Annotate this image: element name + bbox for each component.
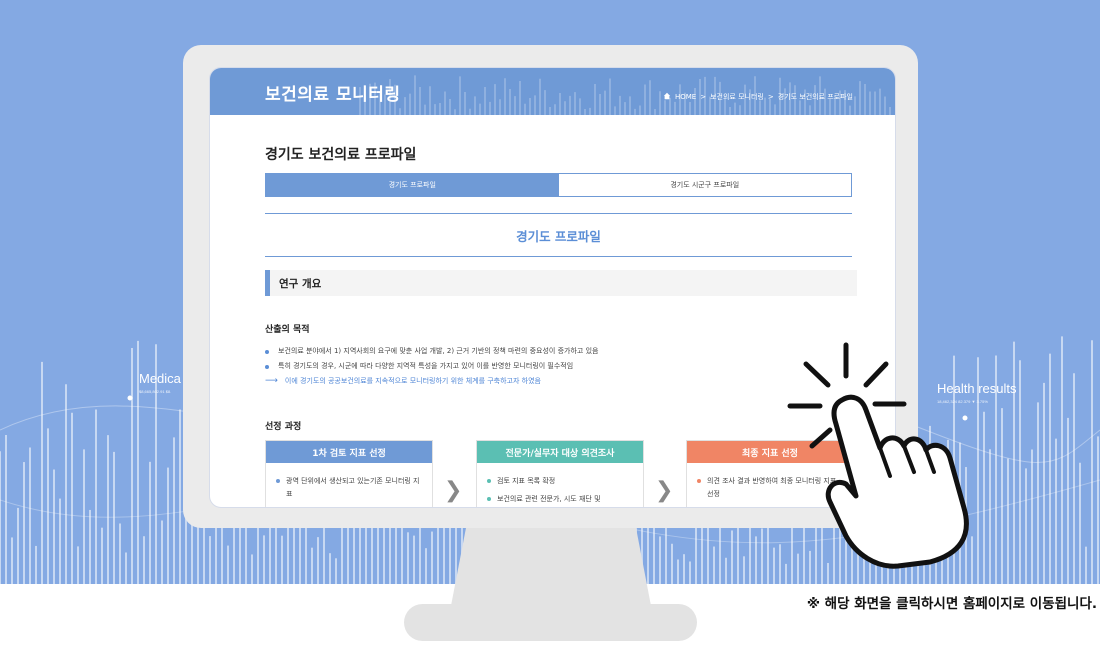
- list-item: 검토 지표 목록 확정: [487, 475, 633, 488]
- tab-gyeonggi-profile[interactable]: 경기도 프로파일: [266, 174, 559, 196]
- breadcrumb-separator: >: [700, 93, 707, 101]
- monitor-stand-base: [404, 604, 697, 641]
- breadcrumb-home[interactable]: HOME: [675, 93, 696, 101]
- list-item: 보건의료 분야에서 1) 지역사회의 요구에 맞춘 사업 개발, 2) 근거 기…: [265, 344, 598, 359]
- conclusion-item: ⟶ 이에 경기도의 공공보건의료를 지속적으로 모니터링하기 위한 체계를 구축하…: [265, 374, 598, 389]
- process-card-1: 1차 검토 지표 선정 광역 단위에서 생산되고 있는기존 모니터링 지표: [265, 440, 433, 507]
- breadcrumb: HOME > 보건의료 모니터링 > 경기도 보건의료 프로파일: [663, 92, 853, 102]
- chevron-right-icon: ❯: [655, 478, 674, 503]
- purpose-list: 보건의료 분야에서 1) 지역사회의 요구에 맞춘 사업 개발, 2) 근거 기…: [265, 344, 598, 389]
- subheading-bar: [265, 270, 270, 296]
- arrow-right-icon: ⟶: [265, 376, 278, 386]
- bullet-icon: [276, 479, 280, 483]
- chevron-right-icon: ❯: [444, 478, 463, 503]
- site-logo[interactable]: 보건의료 모니터링: [265, 80, 401, 105]
- list-item-text: 보건의료 분야에서 1) 지역사회의 요구에 맞춘 사업 개발, 2) 근거 기…: [278, 347, 599, 355]
- purpose-title: 산출의 목적: [265, 325, 310, 335]
- conclusion-text: 이에 경기도의 공공보건의료를 지속적으로 모니터링하기 위한 체계를 구축하고…: [284, 377, 541, 385]
- card-title: 전문가/실무자 대상 의견조사: [477, 441, 643, 463]
- left-chart-label: Medica $8,665,802.91 $8.: [139, 371, 181, 394]
- list-item: 특히 경기도의 경우, 시군에 따라 다양한 지역적 특성을 가지고 있어 이를…: [265, 359, 598, 374]
- breadcrumb-separator: >: [767, 93, 774, 101]
- page-title: 경기도 보건의료 프로파일: [265, 147, 417, 163]
- list-item: 보건의료 관련 전문가, 시도 재단 및: [487, 493, 633, 506]
- card-title: 1차 검토 지표 선정: [266, 441, 432, 463]
- subheading-label: 연구 개요: [279, 277, 322, 290]
- notice-text: ※ 해당 화면을 클릭하시면 홈페이지로 이동됩니다.: [806, 596, 1097, 612]
- bullet-icon: [487, 497, 491, 501]
- list-item-text: 보건의료 관련 전문가, 시도 재단 및: [497, 495, 601, 503]
- list-item-text: 광역 단위에서 생산되고 있는기존 모니터링 지표: [286, 477, 420, 498]
- process-card-2: 전문가/실무자 대상 의견조사 검토 지표 목록 확정 보건의료 관련 전문가,…: [476, 440, 644, 507]
- list-item: 광역 단위에서 생산되고 있는기존 모니터링 지표: [276, 475, 422, 501]
- list-item-text: 검토 지표 목록 확정: [497, 477, 556, 485]
- process-title: 선정 과정: [265, 422, 302, 432]
- bullet-icon: [487, 479, 491, 483]
- home-icon[interactable]: [663, 92, 671, 102]
- profile-tabs: 경기도 프로파일 경기도 시군구 프로파일: [265, 173, 852, 197]
- site-header: 보건의료 모니터링 HOME > 보건의료 모니터링 > 경기도 보건의료 프로…: [210, 68, 895, 115]
- bullet-icon: [265, 349, 269, 354]
- tab-sigungu-profile[interactable]: 경기도 시군구 프로파일: [558, 174, 851, 196]
- breadcrumb-level2[interactable]: 경기도 보건의료 프로파일: [778, 92, 853, 102]
- breadcrumb-level1[interactable]: 보건의료 모니터링: [710, 92, 764, 102]
- bullet-icon: [697, 479, 701, 483]
- bullet-icon: [265, 364, 269, 369]
- subheading-research-overview: 연구 개요: [265, 270, 857, 296]
- list-item-text: 특히 경기도의 경우, 시군에 따라 다양한 지역적 특성을 가지고 있어 이를…: [278, 362, 574, 370]
- click-hand-icon: [787, 342, 969, 569]
- section-title: 경기도 프로파일: [265, 213, 852, 257]
- monitor-stand-neck: [450, 527, 652, 611]
